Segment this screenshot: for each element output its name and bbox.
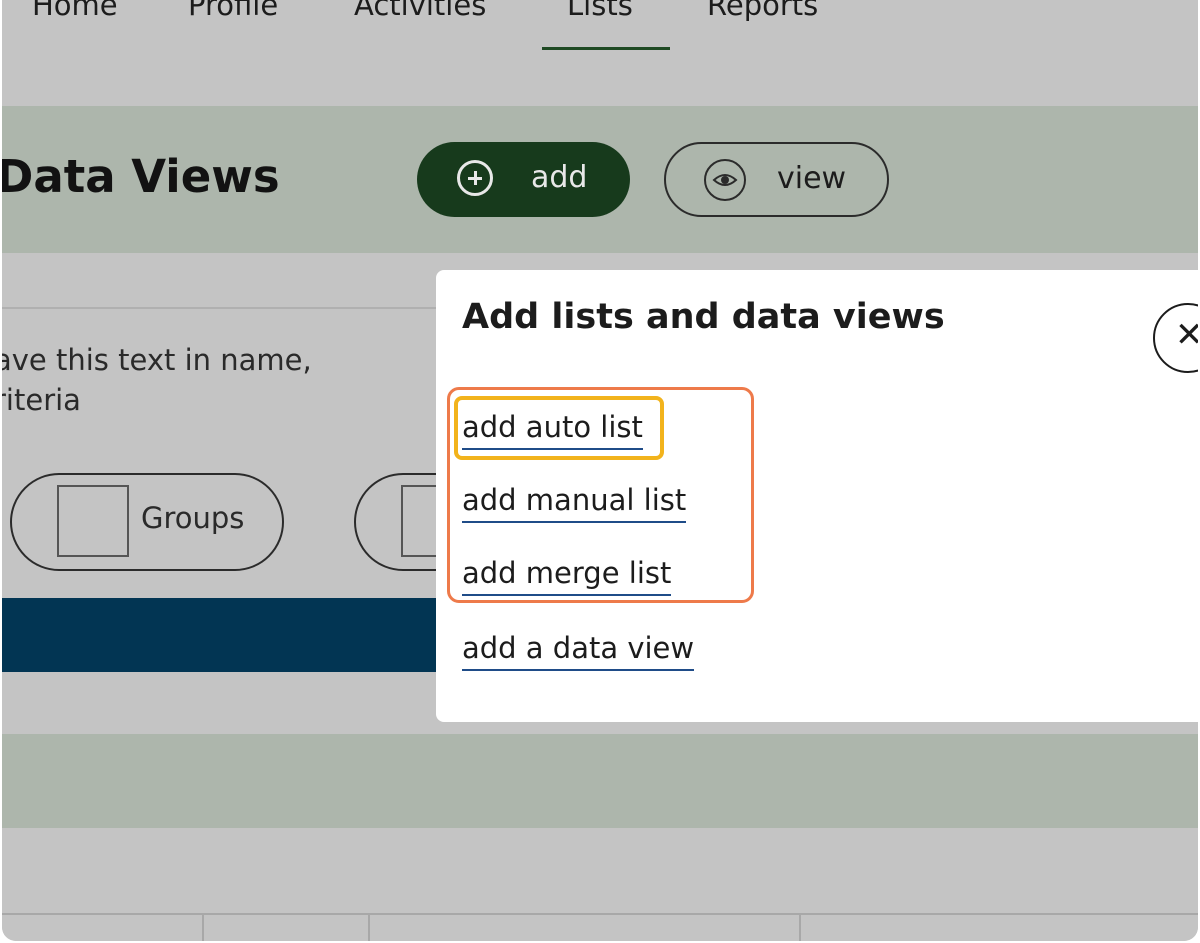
modal-title: Add lists and data views — [462, 297, 945, 337]
top-nav: Home Profile Activities Lists Reports — [2, 0, 1198, 106]
close-button[interactable]: ✕ — [1153, 303, 1198, 373]
add-data-view-link[interactable]: add a data view — [462, 631, 695, 671]
table-row-divider — [2, 913, 1198, 915]
section-band — [2, 734, 1198, 828]
table-column-divider — [202, 913, 204, 941]
eye-icon — [704, 159, 746, 201]
table-area — [2, 828, 1198, 941]
page-title: Data Views — [2, 150, 280, 203]
search-help-text: ave this text in name, riteria — [2, 340, 312, 420]
nav-item-lists[interactable]: Lists — [567, 0, 633, 22]
view-button-label: view — [777, 161, 847, 196]
help-text-line-2: riteria — [2, 383, 81, 417]
nav-item-profile[interactable]: Profile — [188, 0, 278, 22]
help-text-line-1: ave this text in name, — [2, 343, 312, 377]
nav-item-home[interactable]: Home — [32, 0, 118, 22]
groups-label: Groups — [141, 501, 245, 535]
plus-circle-icon — [457, 160, 493, 196]
auto-list-highlight — [454, 396, 664, 460]
nav-item-activities[interactable]: Activities — [354, 0, 486, 22]
nav-active-indicator — [542, 47, 670, 50]
nav-item-reports[interactable]: Reports — [707, 0, 818, 22]
divider — [2, 307, 442, 309]
close-icon: ✕ — [1175, 315, 1198, 355]
groups-checkbox[interactable] — [57, 485, 129, 557]
table-header-bar — [2, 598, 442, 672]
view-button[interactable]: view — [664, 142, 889, 217]
add-button[interactable]: add — [417, 142, 630, 217]
table-column-divider — [368, 913, 370, 941]
groups-filter-toggle[interactable]: Groups — [10, 473, 284, 571]
table-column-divider — [799, 913, 801, 941]
add-button-label: add — [531, 160, 588, 195]
